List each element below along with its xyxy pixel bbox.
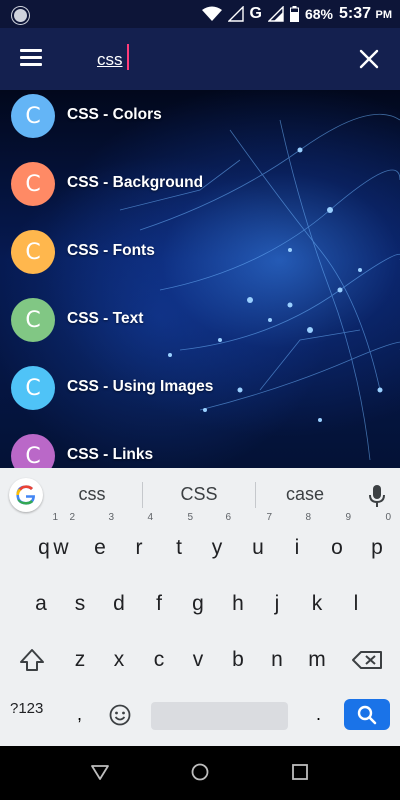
battery-icon bbox=[289, 6, 299, 22]
key-p[interactable]: p0 bbox=[360, 512, 394, 570]
list-item-css-using-images[interactable]: C CSS - Using Images bbox=[0, 364, 400, 432]
app-bar bbox=[0, 28, 400, 90]
key-w[interactable]: w2 bbox=[44, 512, 78, 570]
status-bar: G 68% 5:37 PM bbox=[0, 0, 400, 28]
key-i[interactable]: i8 bbox=[280, 512, 314, 570]
key-c[interactable]: c bbox=[142, 638, 176, 682]
search-input[interactable]: css bbox=[97, 50, 123, 70]
signal-icon bbox=[267, 6, 284, 22]
list-item-css-background[interactable]: C CSS - Background bbox=[0, 160, 400, 228]
key-j[interactable]: j bbox=[260, 582, 294, 626]
microphone-icon[interactable] bbox=[368, 484, 386, 508]
search-results-list[interactable]: C CSS - Colors C CSS - Background C CSS … bbox=[0, 90, 400, 468]
key-b[interactable]: b bbox=[221, 638, 255, 682]
list-item-css-colors[interactable]: C CSS - Colors bbox=[0, 92, 400, 160]
avatar: C bbox=[11, 230, 55, 274]
key-r[interactable]: r4 bbox=[122, 512, 156, 570]
status-indicators: G 68% 5:37 PM bbox=[201, 0, 392, 28]
system-navigation-bar bbox=[0, 746, 400, 800]
clock-time: 5:37 bbox=[339, 5, 372, 22]
on-screen-keyboard: css CSS case q1 w2 e3 r4 t5 y6 u7 i8 o9 … bbox=[0, 468, 400, 746]
comma-key[interactable]: , bbox=[77, 704, 82, 725]
key-d[interactable]: d bbox=[102, 582, 136, 626]
avatar: C bbox=[11, 298, 55, 342]
avatar: C bbox=[11, 162, 55, 206]
suggestion-1[interactable]: css bbox=[54, 484, 130, 505]
list-item-label: CSS - Text bbox=[67, 310, 144, 327]
key-f[interactable]: f bbox=[142, 582, 176, 626]
list-item-label: CSS - Colors bbox=[67, 106, 162, 123]
key-u[interactable]: u7 bbox=[241, 512, 275, 570]
list-item-label: CSS - Fonts bbox=[67, 242, 155, 259]
home-circle-icon[interactable] bbox=[191, 763, 209, 781]
key-v[interactable]: v bbox=[181, 638, 215, 682]
recents-square-icon[interactable] bbox=[292, 764, 308, 780]
network-type-label: G bbox=[249, 5, 262, 22]
key-t[interactable]: t5 bbox=[162, 512, 196, 570]
key-a[interactable]: a bbox=[24, 582, 58, 626]
backspace-icon[interactable] bbox=[348, 638, 388, 682]
key-k[interactable]: k bbox=[300, 582, 334, 626]
key-l[interactable]: l bbox=[339, 582, 373, 626]
key-x[interactable]: x bbox=[102, 638, 136, 682]
google-g-icon[interactable] bbox=[9, 478, 43, 512]
list-item-label: CSS - Using Images bbox=[67, 378, 214, 395]
list-item-label: CSS - Links bbox=[67, 446, 154, 463]
avatar: C bbox=[11, 434, 55, 468]
spacebar[interactable] bbox=[151, 702, 288, 730]
clock: 5:37 PM bbox=[339, 5, 392, 23]
text-cursor bbox=[127, 44, 129, 70]
key-m[interactable]: m bbox=[300, 638, 334, 682]
suggestion-strip: css CSS case bbox=[0, 468, 400, 524]
key-z[interactable]: z bbox=[63, 638, 97, 682]
key-h[interactable]: h bbox=[221, 582, 255, 626]
clock-suffix: PM bbox=[375, 9, 393, 21]
key-e[interactable]: e3 bbox=[83, 512, 117, 570]
list-item-css-text[interactable]: C CSS - Text bbox=[0, 296, 400, 364]
list-item-css-links[interactable]: C CSS - Links bbox=[0, 432, 400, 468]
symbols-key[interactable]: ?123 bbox=[10, 700, 43, 717]
suggestion-2[interactable]: CSS bbox=[161, 484, 237, 505]
hamburger-menu-icon[interactable] bbox=[20, 49, 42, 67]
key-n[interactable]: n bbox=[260, 638, 294, 682]
suggestion-3[interactable]: case bbox=[267, 484, 343, 505]
divider bbox=[142, 482, 143, 508]
list-item-css-fonts[interactable]: C CSS - Fonts bbox=[0, 228, 400, 296]
close-icon[interactable] bbox=[358, 48, 380, 70]
back-triangle-icon[interactable] bbox=[91, 764, 109, 780]
search-icon bbox=[357, 705, 377, 724]
notification-icon bbox=[12, 7, 29, 24]
signal-empty-icon bbox=[227, 6, 244, 22]
avatar: C bbox=[11, 366, 55, 410]
period-key[interactable]: . bbox=[316, 704, 321, 725]
divider bbox=[255, 482, 256, 508]
shift-icon[interactable] bbox=[12, 638, 52, 682]
search-action-key[interactable] bbox=[344, 699, 390, 730]
list-item-label: CSS - Background bbox=[67, 174, 204, 191]
wifi-icon bbox=[201, 6, 222, 21]
avatar: C bbox=[11, 94, 55, 138]
emoji-icon[interactable] bbox=[109, 704, 131, 726]
key-s[interactable]: s bbox=[63, 582, 97, 626]
key-y[interactable]: y6 bbox=[200, 512, 234, 570]
key-o[interactable]: o9 bbox=[320, 512, 354, 570]
battery-percent: 68% bbox=[304, 6, 334, 22]
key-g[interactable]: g bbox=[181, 582, 215, 626]
